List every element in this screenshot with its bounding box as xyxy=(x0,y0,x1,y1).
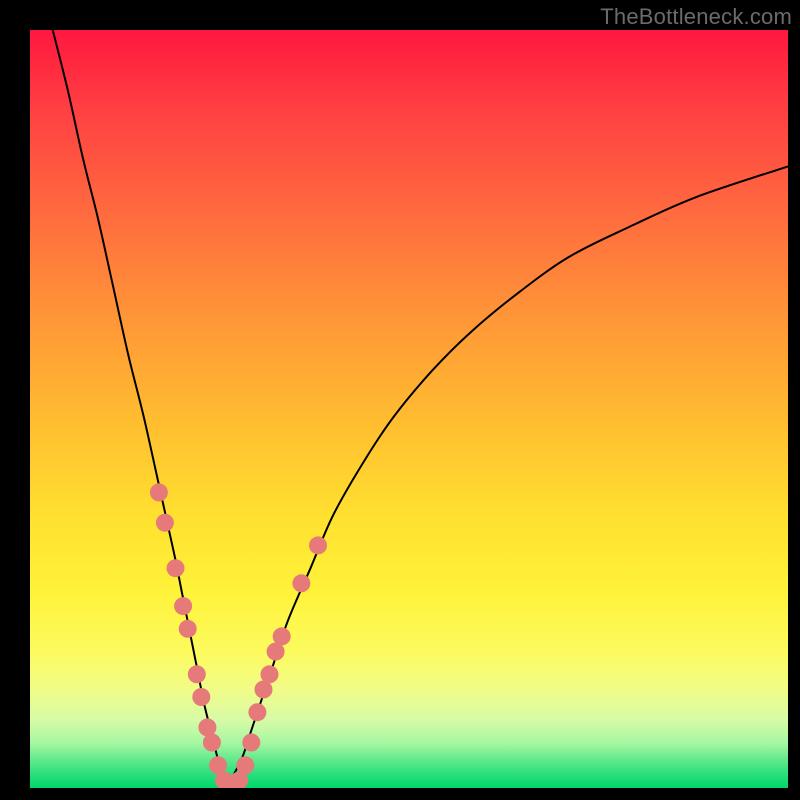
data-markers xyxy=(150,483,327,788)
data-marker xyxy=(174,597,192,615)
data-marker xyxy=(236,756,254,774)
chart-svg xyxy=(30,30,788,788)
data-marker xyxy=(292,574,310,592)
data-marker xyxy=(150,483,168,501)
curve-right-branch xyxy=(227,166,788,788)
chart-plot-area xyxy=(30,30,788,788)
data-marker xyxy=(203,734,221,752)
data-marker xyxy=(261,665,279,683)
data-marker xyxy=(273,627,291,645)
data-marker xyxy=(248,703,266,721)
chart-frame: TheBottleneck.com xyxy=(0,0,800,800)
data-marker xyxy=(179,620,197,638)
data-marker xyxy=(242,734,260,752)
data-marker xyxy=(156,514,174,532)
watermark-text: TheBottleneck.com xyxy=(600,4,792,30)
data-marker xyxy=(188,665,206,683)
data-marker xyxy=(192,688,210,706)
data-marker xyxy=(167,559,185,577)
data-marker xyxy=(309,536,327,554)
